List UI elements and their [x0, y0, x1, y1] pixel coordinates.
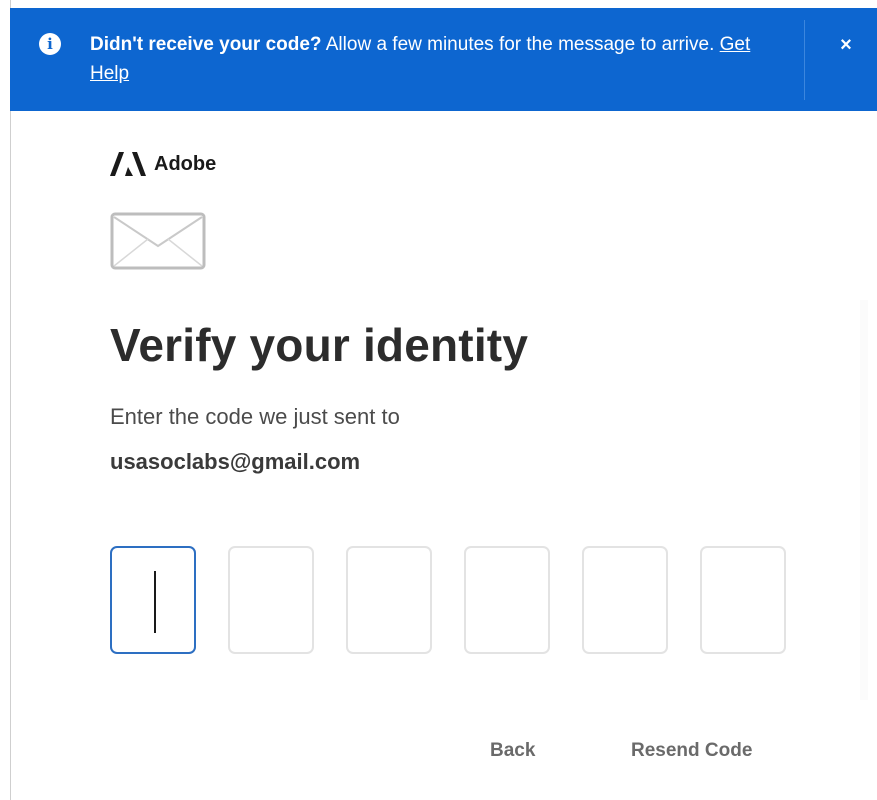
- email-address: usasoclabs@gmail.com: [110, 449, 361, 474]
- instruction-text: Enter the code we just sent to: [110, 404, 400, 429]
- close-icon[interactable]: ×: [833, 32, 859, 58]
- verify-identity-dialog: i Didn't receive your code? Allow a few …: [0, 0, 877, 800]
- info-icon: i: [39, 33, 61, 55]
- info-banner: i Didn't receive your code? Allow a few …: [10, 8, 877, 111]
- code-digit-input-2[interactable]: [228, 546, 314, 654]
- code-digit-input-6[interactable]: [700, 546, 786, 654]
- page-title: Verify your identity: [110, 319, 529, 371]
- adobe-logo-icon: [110, 152, 146, 176]
- code-digit-input-1[interactable]: [110, 546, 196, 654]
- banner-message: Didn't receive your code? Allow a few mi…: [90, 30, 770, 88]
- adobe-logo: Adobe: [110, 150, 216, 178]
- code-digit-input-5[interactable]: [582, 546, 668, 654]
- code-digit-input-3[interactable]: [346, 546, 432, 654]
- banner-body-text: Allow a few minutes for the message to a…: [321, 34, 720, 55]
- background-strip: [860, 300, 868, 700]
- resend-code-button[interactable]: Resend Code: [631, 740, 752, 762]
- text-caret: [154, 571, 156, 633]
- back-button[interactable]: Back: [490, 740, 535, 762]
- adobe-logo-text: Adobe: [154, 152, 217, 175]
- code-digit-input-4[interactable]: [464, 546, 550, 654]
- banner-divider: [804, 20, 805, 100]
- envelope-icon: [110, 212, 206, 270]
- window-edge: [0, 0, 11, 800]
- banner-bold-text: Didn't receive your code?: [90, 34, 322, 55]
